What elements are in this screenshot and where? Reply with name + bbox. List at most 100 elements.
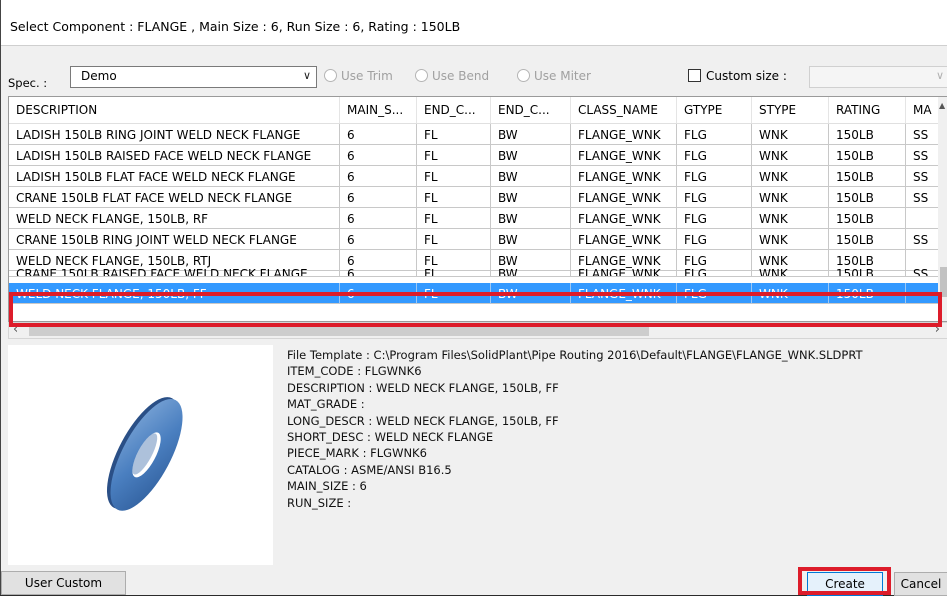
table-row[interactable]: LADISH 150LB RING JOINT WELD NECK FLANGE… — [9, 124, 947, 145]
custom-size-checkbox[interactable]: Custom size : — [688, 69, 787, 83]
column-header[interactable]: END_C... — [417, 97, 491, 123]
flange-preview-icon — [106, 397, 183, 511]
table-cell: 150LB — [829, 283, 906, 304]
table-cell: BW — [491, 283, 571, 304]
table-cell: WNK — [752, 166, 829, 187]
grid-header: DESCRIPTION MAIN_S... END_C... END_C... CLAS… — [9, 97, 947, 124]
table-cell: 6 — [340, 283, 417, 304]
table-cell: FLANGE_WNK — [571, 229, 677, 250]
table-cell: 150LB — [829, 187, 906, 208]
dialog-title: Select Component : FLANGE , Main Size : … — [10, 19, 461, 34]
table-cell: FLG — [677, 166, 752, 187]
column-header[interactable]: DESCRIPTION — [9, 97, 340, 123]
table-cell: 150LB — [829, 166, 906, 187]
table-cell: 6 — [340, 208, 417, 229]
table-cell: WNK — [752, 208, 829, 229]
table-cell: 150LB — [829, 145, 906, 166]
create-button[interactable]: Create — [807, 572, 883, 596]
scroll-left-icon[interactable]: ‹ — [13, 322, 18, 337]
vertical-scrollbar[interactable]: ▲ — [938, 97, 947, 321]
table-cell: 150LB — [829, 229, 906, 250]
use-miter-radio[interactable]: Use Miter — [517, 69, 591, 87]
detail-line: SHORT_DESC : WELD NECK FLANGE — [287, 430, 494, 445]
table-cell: FLG — [677, 187, 752, 208]
table-cell: FL — [417, 229, 491, 250]
spec-dropdown[interactable]: Demo ∨ — [70, 66, 317, 88]
column-header[interactable]: END_C... — [491, 97, 571, 123]
table-cell: WELD NECK FLANGE, 150LB, FF — [9, 283, 340, 304]
table-cell: CRANE 150LB RING JOINT WELD NECK FLANGE — [9, 229, 340, 250]
radio-icon — [517, 69, 530, 82]
column-header[interactable]: GTYPE — [677, 97, 752, 123]
table-cell: WNK — [752, 229, 829, 250]
table-cell: BW — [491, 124, 571, 145]
table-cell: WNK — [752, 283, 829, 304]
table-cell: WELD NECK FLANGE, 150LB, RF — [9, 208, 340, 229]
table-cell: BW — [491, 208, 571, 229]
table-cell: FLG — [677, 124, 752, 145]
table-row[interactable]: CRANE 150LB RING JOINT WELD NECK FLANGE 6… — [9, 229, 947, 250]
radio-icon — [415, 69, 428, 82]
table-cell: 6 — [340, 229, 417, 250]
column-header[interactable]: RATING — [829, 97, 906, 123]
horizontal-scrollbar[interactable]: ‹ › — [8, 322, 947, 339]
checkbox-icon — [688, 69, 701, 82]
scroll-thumb[interactable] — [940, 267, 947, 297]
table-cell: FLANGE_WNK — [571, 187, 677, 208]
table-cell: FLG — [677, 145, 752, 166]
table-row[interactable]: LADISH 150LB FLAT FACE WELD NECK FLANGE 6… — [9, 166, 947, 187]
select-component-dialog: Select Component : FLANGE , Main Size : … — [0, 0, 947, 596]
table-cell: FLANGE_WNK — [571, 124, 677, 145]
user-custom-button[interactable]: User Custom — [1, 571, 126, 595]
table-row[interactable]: WELD NECK FLANGE, 150LB, RF 6 FL BW FLANGE_W… — [9, 208, 947, 229]
table-row-selected[interactable]: WELD NECK FLANGE, 150LB, FF 6 FL BW FLANGE_W… — [9, 283, 947, 304]
component-grid[interactable]: DESCRIPTION MAIN_S... END_C... END_C... CLAS… — [8, 96, 947, 322]
dialog-title-bar: Select Component : FLANGE , Main Size : … — [1, 0, 947, 46]
use-bend-radio[interactable]: Use Bend — [415, 69, 489, 87]
scroll-right-icon[interactable]: › — [935, 322, 940, 337]
table-cell: BW — [491, 145, 571, 166]
table-cell: WNK — [752, 187, 829, 208]
radio-icon — [324, 69, 337, 82]
use-trim-radio[interactable]: Use Trim — [324, 69, 393, 87]
component-preview — [8, 345, 273, 565]
scroll-thumb[interactable] — [29, 325, 649, 336]
table-cell: FLANGE_WNK — [571, 283, 677, 304]
detail-line: MAT_GRADE : — [287, 397, 365, 412]
table-row[interactable]: LADISH 150LB RAISED FACE WELD NECK FLANG… — [9, 145, 947, 166]
spec-label: Spec. : — [8, 76, 48, 90]
column-header[interactable]: MAIN_S... — [340, 97, 417, 123]
table-cell: 6 — [340, 124, 417, 145]
table-cell: FLG — [677, 208, 752, 229]
use-bend-label: Use Bend — [432, 69, 490, 83]
table-cell: 6 — [340, 187, 417, 208]
table-row[interactable]: CRANE 150LB FLAT FACE WELD NECK FLANGE 6 F… — [9, 187, 947, 208]
table-cell: FLANGE_WNK — [571, 166, 677, 187]
table-cell: FLG — [677, 229, 752, 250]
table-cell: 150LB — [829, 124, 906, 145]
column-header[interactable]: STYPE — [752, 97, 829, 123]
detail-line: RUN_SIZE : — [287, 495, 352, 510]
scroll-up-icon[interactable]: ▲ — [939, 101, 945, 110]
table-cell: BW — [491, 263, 571, 277]
detail-line: File Template : C:\Program Files\SolidPl… — [287, 348, 863, 362]
table-cell: LADISH 150LB FLAT FACE WELD NECK FLANGE — [9, 166, 340, 187]
table-cell: LADISH 150LB RAISED FACE WELD NECK FLANG… — [9, 145, 340, 166]
table-cell: FL — [417, 208, 491, 229]
chevron-down-icon: ∨ — [935, 69, 944, 82]
cancel-button[interactable]: Cancel — [894, 572, 947, 596]
table-cell: 6 — [340, 263, 417, 277]
custom-size-dropdown[interactable]: ∨ — [809, 66, 947, 88]
table-cell: FL — [417, 187, 491, 208]
component-details: File Template : C:\Program Files\SolidPl… — [287, 347, 863, 511]
table-cell: 6 — [340, 145, 417, 166]
table-cell: FLANGE_WNK — [571, 208, 677, 229]
table-cell: FLANGE_WNK — [571, 263, 677, 277]
table-cell: WNK — [752, 124, 829, 145]
column-header[interactable]: CLASS_NAME — [571, 97, 677, 123]
chevron-down-icon: ∨ — [302, 69, 311, 82]
table-cell: FL — [417, 124, 491, 145]
detail-line: DESCRIPTION : WELD NECK FLANGE, 150LB, F… — [287, 380, 559, 395]
table-row[interactable]: CRANE 150LB RAISED FACE WELD NECK FLANGE… — [9, 263, 947, 277]
use-miter-label: Use Miter — [534, 69, 591, 83]
